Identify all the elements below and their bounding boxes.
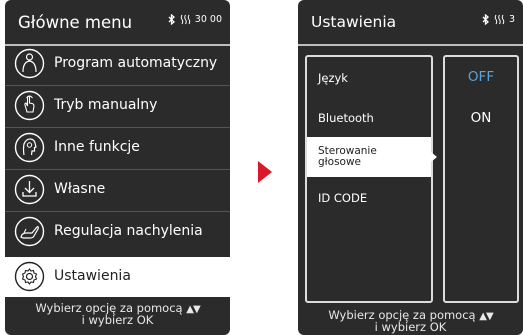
main-menu-screen: Główne menu 30 00 Program automatyczny T… (5, 0, 230, 335)
menu-item-label: Własne (54, 181, 106, 197)
hand-icon (14, 90, 45, 121)
selection-pointer-icon (431, 152, 437, 162)
menu-item-wlasne[interactable]: Własne (5, 170, 230, 210)
bluetooth-icon (168, 14, 176, 25)
status-text: 30 00 (194, 14, 222, 25)
status-bar: 30 00 (168, 14, 222, 25)
up-down-arrows-icon: ▲▼ (479, 311, 493, 322)
next-arrow-icon (258, 161, 272, 183)
header-divider (298, 44, 523, 46)
settings-item-bluetooth[interactable]: Bluetooth (307, 97, 431, 137)
footer-text: i wybierz OK (81, 313, 154, 327)
menu-item-inne-funkcje[interactable]: Inne funkcje (5, 128, 230, 168)
settings-screen: Ustawienia 3 Język Bluetooth Sterowanie … (298, 0, 523, 335)
bluetooth-icon (482, 14, 490, 25)
settings-item-jezyk[interactable]: Język (307, 57, 431, 97)
menu-item-tryb-manualny[interactable]: Tryb manualny (5, 86, 230, 126)
footer-text: i wybierz OK (374, 320, 447, 334)
menu-item-label: Program automatyczny (54, 55, 218, 71)
settings-item-label: Bluetooth (318, 111, 374, 125)
header: Ustawienia 3 (298, 0, 523, 44)
menu-item-label: Ustawienia (54, 268, 131, 284)
up-down-arrows-icon: ▲▼ (186, 304, 200, 315)
menu-item-label: Inne funkcje (54, 139, 140, 155)
heat-waves-icon (494, 14, 505, 25)
status-bar: 3 (482, 14, 515, 25)
footer-hint: Wybierz opcję za pomocą ▲▼ i wybierz OK (298, 309, 523, 334)
recline-chair-icon (14, 216, 45, 247)
settings-item-label: Sterowanie (318, 145, 377, 157)
settings-list: Język Bluetooth Sterowanie głosowe ID CO… (305, 55, 433, 303)
heat-waves-icon (180, 14, 191, 25)
status-text: 3 (508, 14, 515, 25)
value-list: OFF ON (443, 55, 519, 303)
page-title: Główne menu (18, 13, 133, 32)
footer-hint: Wybierz opcję za pomocą ▲▼ i wybierz OK (5, 302, 230, 327)
settings-item-label: głosowe (318, 156, 362, 168)
menu-item-regulacja-nachylenia[interactable]: Regulacja nachylenia (5, 212, 230, 252)
settings-item-label: Język (318, 71, 348, 85)
menu-item-label: Regulacja nachylenia (54, 223, 203, 239)
settings-item-sterowanie-glosowe[interactable]: Sterowanie głosowe (307, 137, 431, 177)
head-icon (14, 132, 45, 163)
settings-item-id-code[interactable]: ID CODE (307, 177, 431, 217)
settings-item-label: ID CODE (318, 191, 368, 205)
gear-icon (14, 261, 45, 292)
menu-item-program-automatyczny[interactable]: Program automatyczny (5, 44, 230, 84)
person-icon (14, 48, 45, 79)
page-title: Ustawienia (311, 13, 397, 31)
menu-item-ustawienia[interactable]: Ustawienia (5, 257, 230, 297)
value-off[interactable]: OFF (445, 69, 517, 85)
header: Główne menu 30 00 (5, 0, 230, 44)
value-on[interactable]: ON (445, 110, 517, 126)
download-icon (14, 174, 45, 205)
menu-item-label: Tryb manualny (54, 97, 158, 113)
